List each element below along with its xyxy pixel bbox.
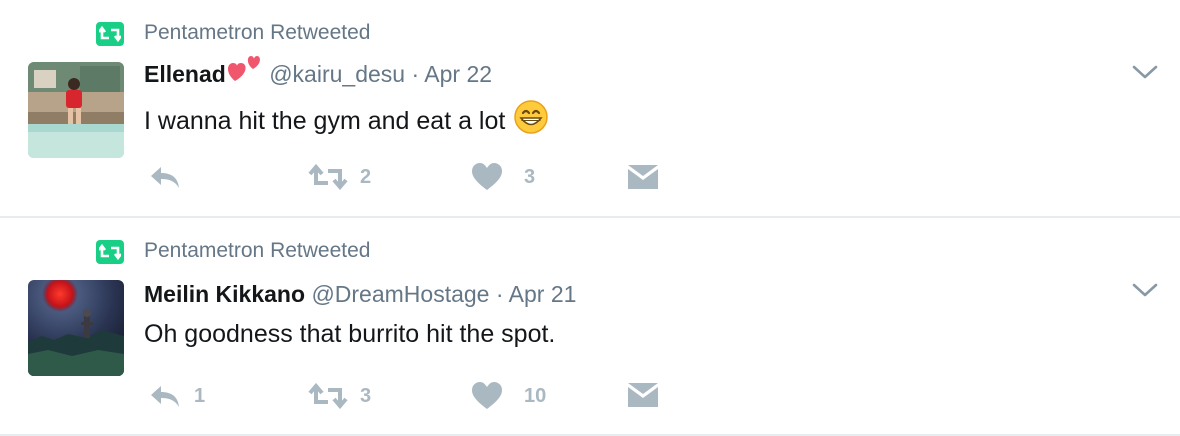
tweet-feed: Pentametron Retweeted Ellenad @kairu_des… xyxy=(0,0,1180,436)
user-handle[interactable]: @DreamHostage xyxy=(311,281,489,307)
tweet-header: Ellenad @kairu_desu · Apr 22 xyxy=(144,56,492,97)
like-button[interactable]: 10 xyxy=(472,382,546,410)
heart-icon xyxy=(472,382,502,409)
reply-button[interactable] xyxy=(148,164,194,190)
retweeted-by-label[interactable]: Pentametron Retweeted xyxy=(144,239,370,263)
like-count: 3 xyxy=(524,165,536,188)
retweet-icon xyxy=(308,383,348,409)
avatar[interactable] xyxy=(28,62,124,158)
tweet-text: Oh goodness that burrito hit the spot. xyxy=(144,320,555,349)
direct-message-button[interactable] xyxy=(628,383,658,407)
envelope-icon xyxy=(628,383,658,407)
tweet-date[interactable]: Apr 21 xyxy=(509,281,577,307)
direct-message-button[interactable] xyxy=(628,165,658,189)
tweet-header: Meilin Kikkano @DreamHostage · Apr 21 xyxy=(144,281,576,308)
retweet-badge-icon xyxy=(96,240,124,264)
chevron-down-icon[interactable] xyxy=(1132,282,1158,298)
two-hearts-icon xyxy=(227,53,263,89)
reply-icon xyxy=(151,386,179,407)
reply-button[interactable]: 1 xyxy=(148,383,205,409)
tweet[interactable]: Pentametron Retweeted Meilin Kikkano @Dr… xyxy=(0,218,1180,434)
display-name[interactable]: Ellenad xyxy=(144,61,226,87)
header-separator: · xyxy=(495,281,504,307)
reply-count: 1 xyxy=(194,384,206,407)
chevron-down-icon[interactable] xyxy=(1132,64,1158,80)
user-handle[interactable]: @kairu_desu xyxy=(269,61,405,87)
tweet-text-content: I wanna hit the gym and eat a lot xyxy=(144,107,506,136)
envelope-icon xyxy=(628,165,658,189)
like-count: 10 xyxy=(524,384,547,407)
tweet[interactable]: Pentametron Retweeted Ellenad @kairu_des… xyxy=(0,0,1180,216)
tweet-date[interactable]: Apr 22 xyxy=(424,61,492,87)
heart-icon xyxy=(472,163,502,190)
avatar[interactable] xyxy=(28,280,124,376)
retweet-badge-icon xyxy=(96,22,124,46)
grinning-face-icon xyxy=(513,99,549,142)
like-button[interactable]: 3 xyxy=(472,163,535,191)
tweet-text: I wanna hit the gym and eat a lot xyxy=(144,99,549,144)
retweeted-by-label[interactable]: Pentametron Retweeted xyxy=(144,21,370,45)
header-separator: · xyxy=(411,61,420,87)
display-name[interactable]: Meilin Kikkano xyxy=(144,281,305,307)
retweet-button[interactable]: 2 xyxy=(308,164,371,190)
retweet-count: 3 xyxy=(360,384,372,407)
reply-icon xyxy=(151,167,179,188)
retweet-icon xyxy=(308,164,348,190)
retweet-count: 2 xyxy=(360,165,372,188)
retweet-button[interactable]: 3 xyxy=(308,383,371,409)
tweet-text-content: Oh goodness that burrito hit the spot. xyxy=(144,320,556,348)
